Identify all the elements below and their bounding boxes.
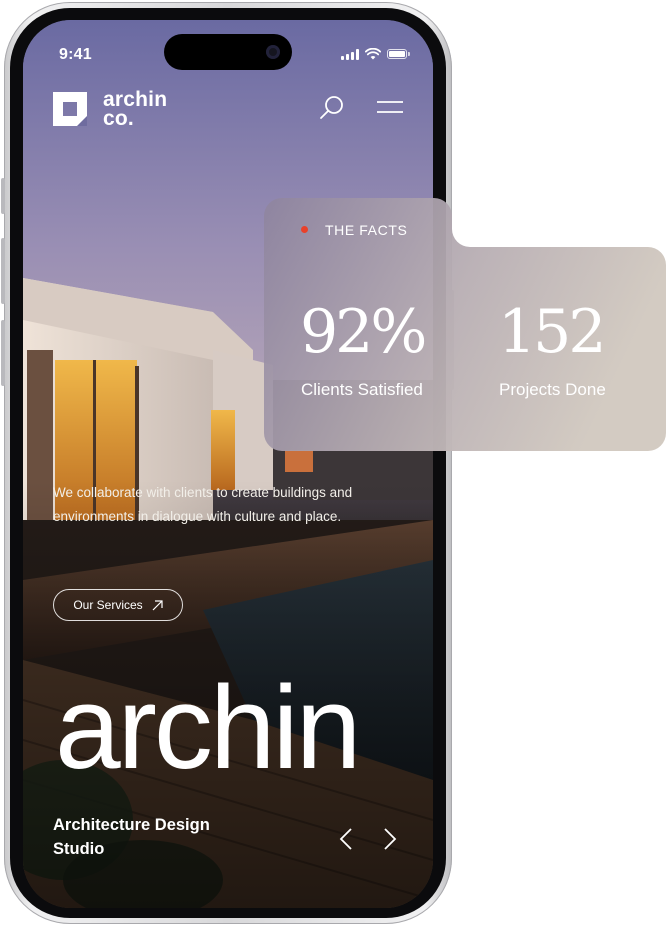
intro-text: We collaborate with clients to create bu… bbox=[53, 485, 353, 524]
camera-icon bbox=[266, 45, 280, 59]
stat-label-projects: Projects Done bbox=[499, 380, 606, 399]
logo-icon bbox=[53, 92, 87, 126]
chevron-right-icon[interactable] bbox=[383, 828, 397, 850]
facts-accent-dot bbox=[301, 226, 308, 233]
tagline-line2: Studio bbox=[53, 840, 105, 858]
header-actions bbox=[319, 94, 403, 120]
status-icons bbox=[341, 48, 410, 60]
side-button-volume-down bbox=[1, 320, 5, 386]
stat-value-projects: 152 bbox=[498, 297, 607, 367]
status-bar: 9:41 bbox=[23, 20, 433, 80]
facts-label: THE FACTS bbox=[325, 222, 408, 238]
side-button-action bbox=[1, 178, 5, 214]
wifi-icon bbox=[365, 48, 381, 60]
brand-logo[interactable]: archin co. bbox=[53, 89, 167, 130]
arrow-up-right-icon bbox=[152, 599, 163, 610]
chevron-left-icon[interactable] bbox=[339, 828, 353, 850]
slider-controls bbox=[339, 828, 397, 850]
hero-tagline: Architecture Design Studio bbox=[53, 813, 210, 861]
brand-name-line2: co. bbox=[103, 107, 134, 130]
our-services-button[interactable]: Our Services bbox=[53, 589, 183, 621]
stat-value-satisfied: 92% bbox=[300, 297, 427, 367]
cellular-signal-icon bbox=[341, 48, 359, 60]
side-button-volume-up bbox=[1, 238, 5, 304]
battery-icon bbox=[387, 49, 410, 59]
phone-screen: 9:41 archin co. We collaborate with clie… bbox=[23, 20, 433, 908]
stat-label-satisfied: Clients Satisfied bbox=[301, 380, 423, 399]
dynamic-island bbox=[164, 34, 292, 70]
status-time: 9:41 bbox=[59, 46, 92, 63]
our-services-label: Our Services bbox=[73, 598, 143, 612]
facts-card: THE FACTS 92% Clients Satisfied 152 Proj… bbox=[264, 198, 666, 451]
tagline-line1: Architecture Design bbox=[53, 816, 210, 834]
hero-wordmark: archin bbox=[55, 662, 361, 794]
menu-icon[interactable] bbox=[377, 99, 403, 115]
search-icon[interactable] bbox=[319, 94, 345, 120]
brand-name: archin co. bbox=[103, 89, 167, 130]
